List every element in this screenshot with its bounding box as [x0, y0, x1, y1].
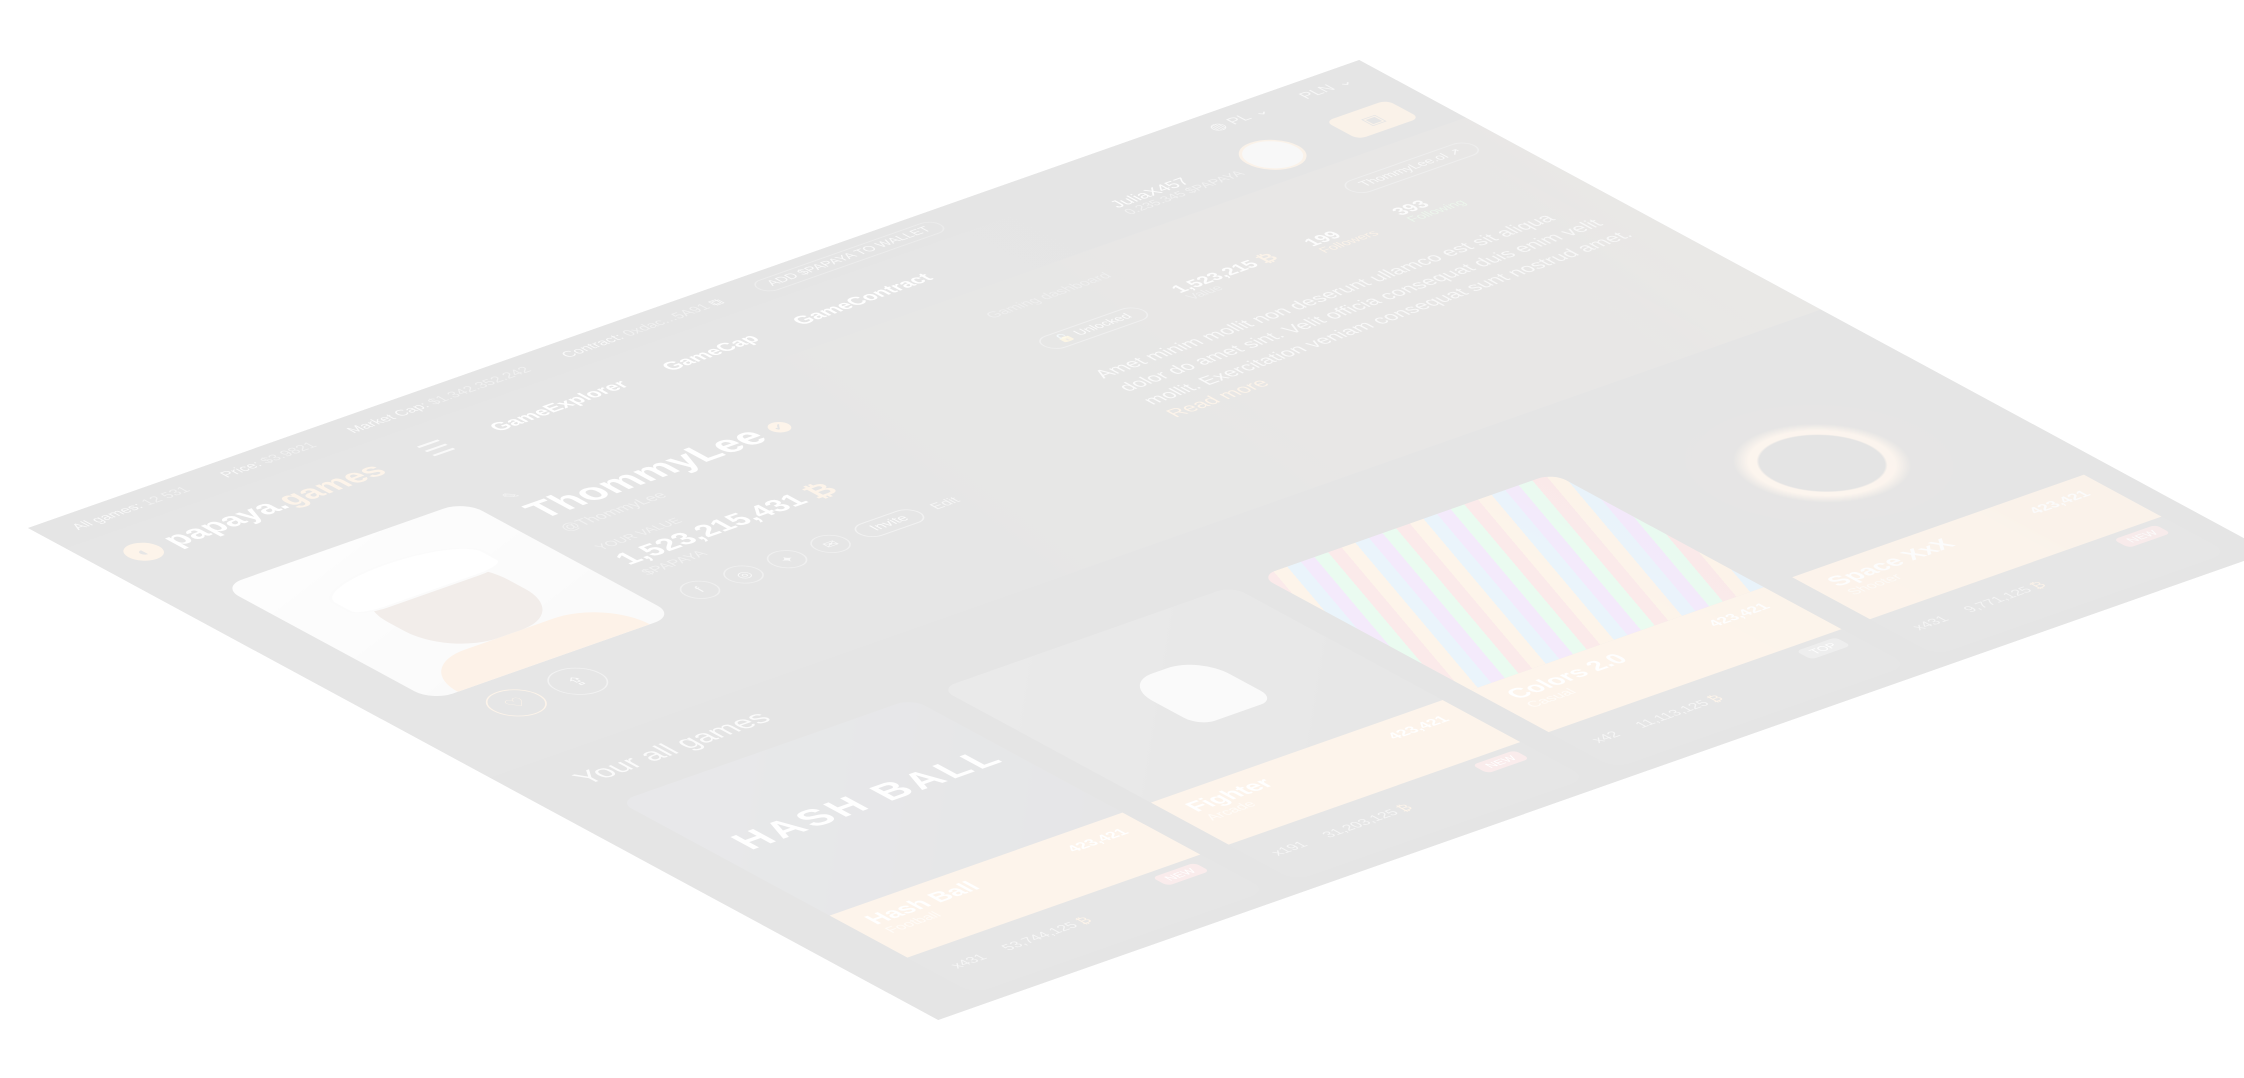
twitter-icon[interactable]: ✦ [758, 546, 816, 572]
game-amount: 53,744,125 [998, 920, 1083, 953]
game-amount-row: 11,113,125 ₿ [1632, 694, 1728, 730]
facebook-icon[interactable]: f [671, 577, 729, 603]
verified-icon: ✓ [762, 419, 796, 435]
papaya-coin-icon: ₿ [1704, 693, 1728, 705]
game-amount-row: 53,744,125 ₿ [998, 916, 1096, 953]
hash-ball-logo: HASH BALL [721, 744, 1016, 855]
game-players: x42 [1588, 729, 1625, 746]
papaya-coin-icon: ₿ [1072, 915, 1097, 927]
canvas: All games: 12 531 Price: $3.9821 Market … [0, 0, 2244, 1078]
game-players: x191 [1268, 839, 1312, 858]
stat-following[interactable]: 393 Following [1386, 189, 1470, 224]
game-players: x431 [947, 952, 992, 971]
instagram-icon[interactable]: ◎ [714, 561, 773, 588]
hamburger-menu-icon[interactable]: ☰ [410, 436, 464, 460]
header-spacer [972, 224, 1076, 260]
game-amount-row: 31,203,125 ₿ [1319, 803, 1417, 840]
game-amount: 11,113,125 [1631, 698, 1714, 730]
user-avatar[interactable] [1224, 133, 1321, 176]
game-amount-row: 9,771,125 ₿ [1960, 580, 2050, 614]
tilted-page-mockup: All games: 12 531 Price: $3.9821 Market … [28, 60, 2244, 1020]
game-players: x431 [1909, 614, 1954, 633]
unlocked-text: Unlocked [1070, 312, 1137, 338]
email-icon[interactable]: ✉ [801, 531, 860, 557]
papaya-logo-icon: ◐ [114, 539, 173, 565]
currency-value: PLN [1294, 82, 1340, 102]
stat-value: 1,523,215 ₿ Value [1166, 251, 1295, 302]
wallet-button[interactable]: ▣ [1325, 99, 1420, 140]
papaya-coin-icon: ₿ [1393, 802, 1418, 814]
like-button[interactable]: ♡ [473, 684, 560, 722]
heart-icon: ♡ [498, 695, 535, 712]
fighter-figure [1121, 657, 1276, 727]
stat-followers[interactable]: 199 Followers [1298, 220, 1383, 255]
price-label: Price: [216, 459, 267, 480]
wallet-icon: ▣ [1354, 111, 1390, 128]
unlocked-badge: 🔓 Unlocked [1032, 304, 1155, 352]
external-link-icon: ↗ [1444, 147, 1468, 158]
game-amount: 9,771,125 [1960, 585, 2037, 615]
papaya-coin-icon: ₿ [2026, 580, 2051, 591]
copy-icon[interactable]: ⧉ [705, 297, 728, 308]
game-amount: 31,203,125 [1319, 807, 1403, 840]
all-games-value: 12 531 [138, 485, 195, 508]
share-icon: ⇪ [560, 673, 596, 690]
share-button[interactable]: ⇪ [534, 662, 621, 701]
language-value: PL [1221, 111, 1256, 127]
profile-link-text: ThommyLee.ol [1355, 152, 1453, 189]
invite-button[interactable]: Invite [847, 506, 932, 540]
edit-profile-link[interactable]: Edit [927, 496, 965, 512]
nav-game-cap[interactable]: GameCap [656, 332, 765, 374]
